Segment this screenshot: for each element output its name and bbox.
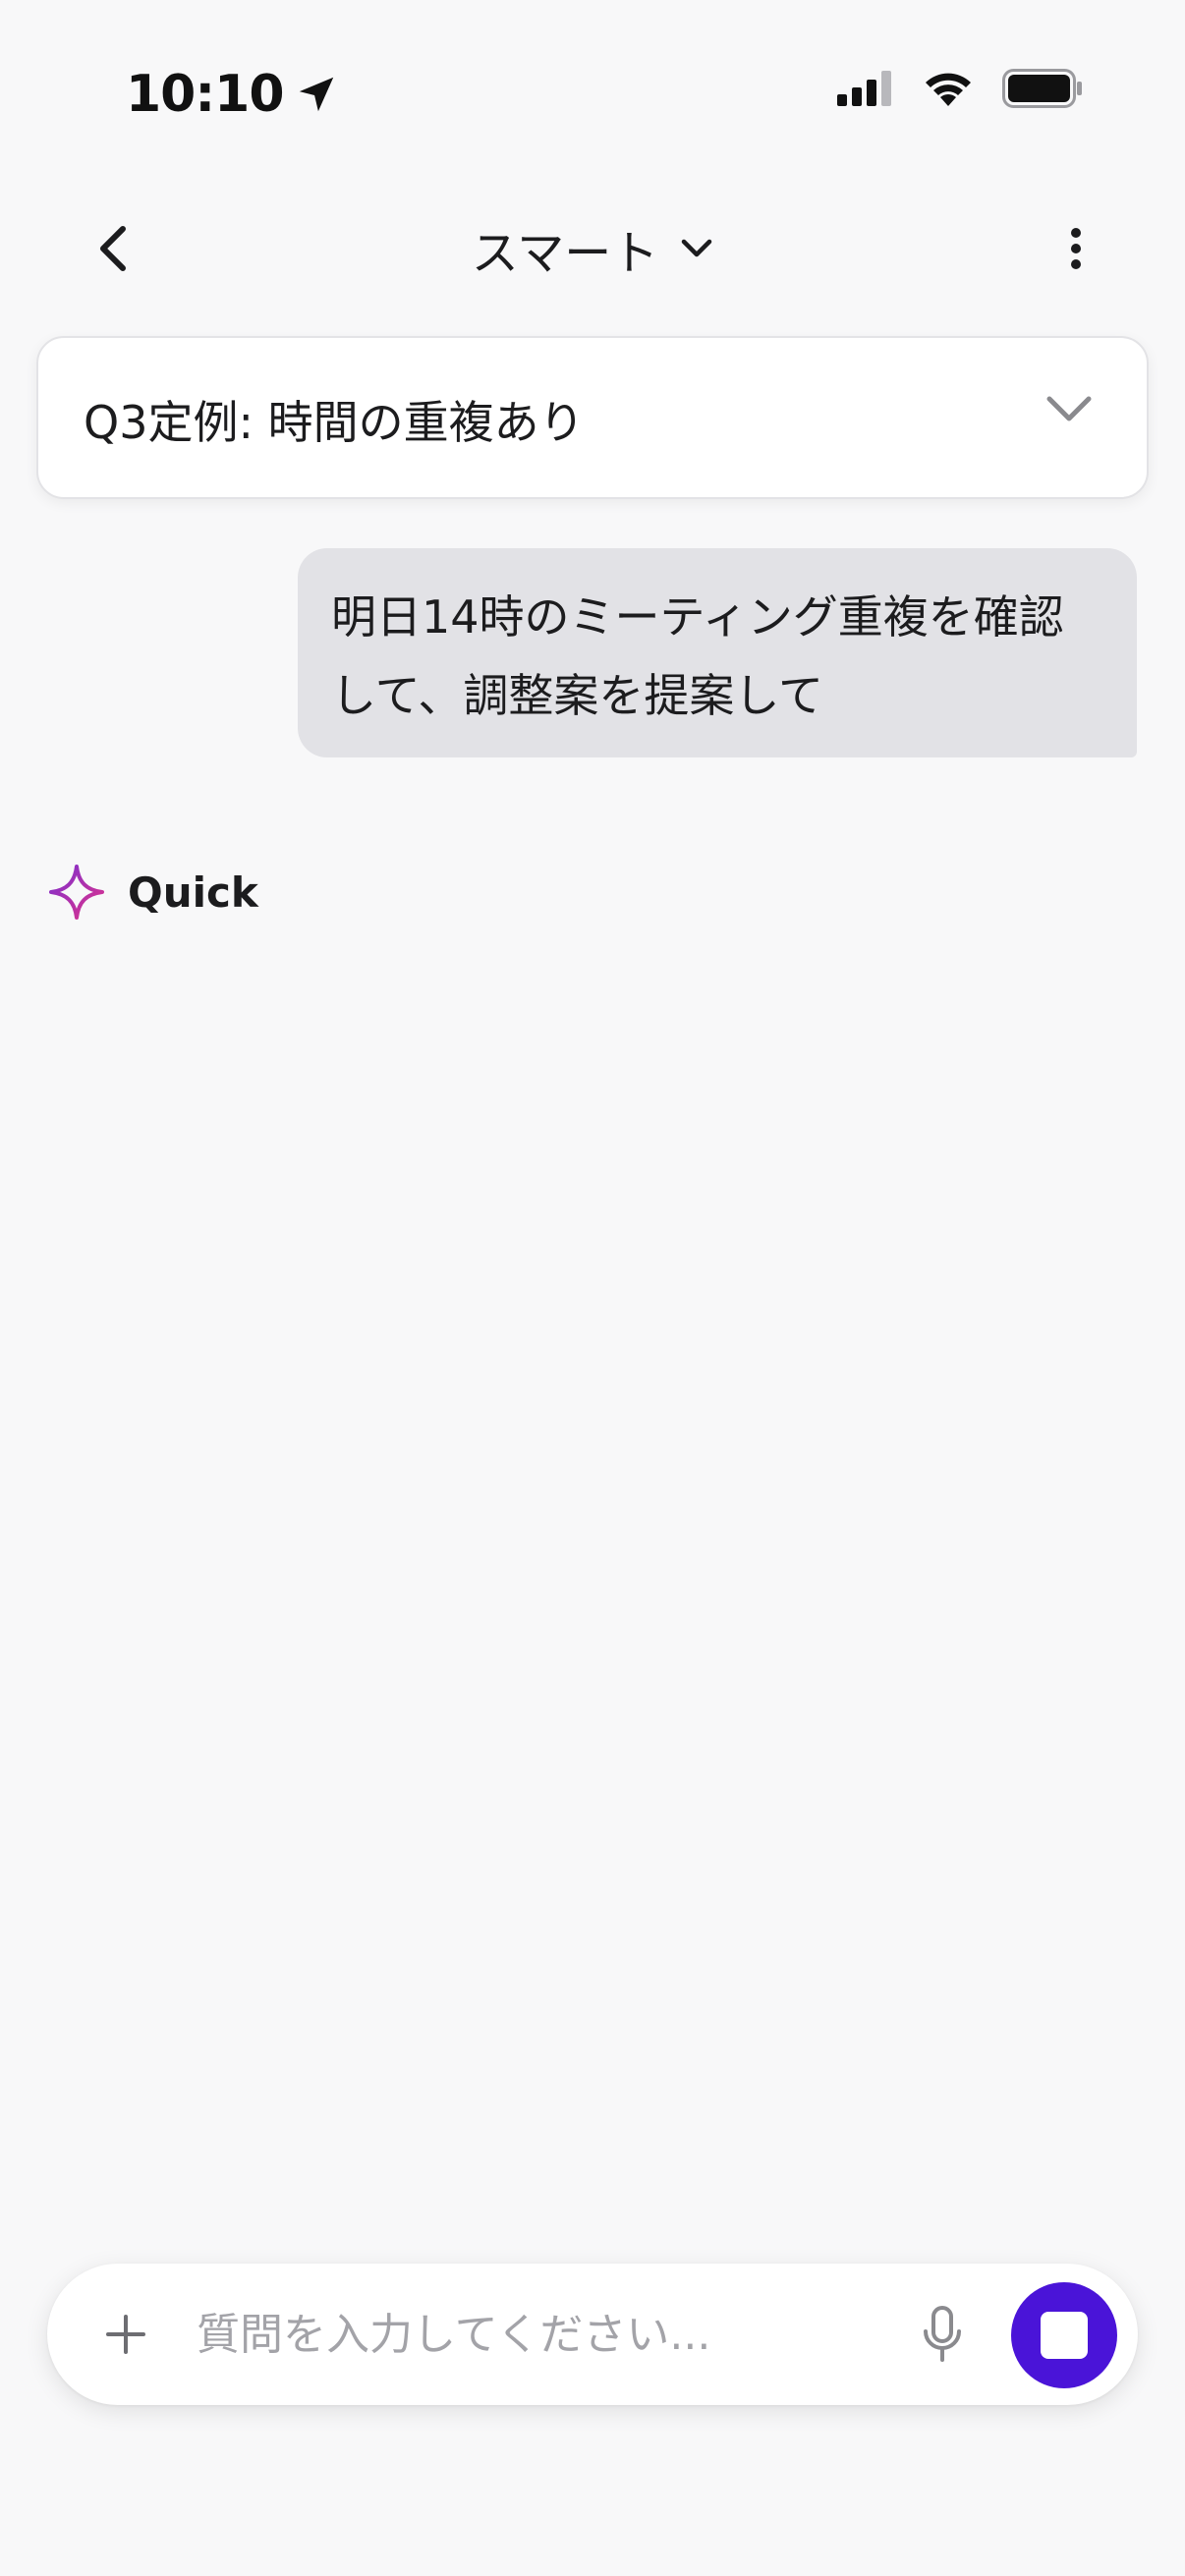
- sparkle-icon: [49, 865, 104, 920]
- more-vertical-icon: [1071, 228, 1081, 269]
- status-icons: [837, 69, 1083, 108]
- wifi-icon: [926, 73, 971, 106]
- nav-bar: スマート: [0, 196, 1185, 299]
- status-time: 10:10: [126, 65, 339, 124]
- more-options-button[interactable]: [1042, 214, 1110, 283]
- nav-title: スマート: [471, 226, 659, 281]
- chat-screen: 10:10 スマート Q3定例: 時間の重複あり 明日14時のミーティング重複を…: [0, 0, 1185, 2576]
- status-bar: 10:10: [0, 0, 1185, 147]
- message-input-bar: [47, 2264, 1138, 2405]
- chevron-down-icon: [1046, 396, 1092, 421]
- user-message-line: して、調整案を提案して: [331, 669, 823, 722]
- user-message-bubble: 明日14時のミーティング重複を確認 して、調整案を提案して: [298, 548, 1137, 757]
- status-time-text: 10:10: [126, 65, 285, 124]
- topic-card[interactable]: Q3定例: 時間の重複あり: [36, 336, 1149, 499]
- chevron-down-icon: [682, 239, 712, 257]
- plus-icon: [106, 2315, 145, 2354]
- add-attachment-button[interactable]: [94, 2303, 157, 2366]
- stop-icon: [1041, 2312, 1088, 2359]
- microphone-icon: [924, 2306, 961, 2362]
- mode-selector[interactable]: スマート: [0, 214, 1185, 283]
- battery-icon: [1002, 69, 1082, 108]
- cellular-signal-icon: [837, 71, 891, 106]
- assistant-header: Quick: [47, 863, 258, 922]
- topic-title: Q3定例: 時間の重複あり: [84, 396, 585, 449]
- question-input[interactable]: [197, 2293, 924, 2376]
- voice-input-button[interactable]: [908, 2299, 977, 2370]
- user-message-line: 明日14時のミーティング重複を確認: [331, 590, 1064, 644]
- assistant-name: Quick: [128, 868, 258, 917]
- location-arrow-icon: [299, 77, 333, 112]
- stop-generation-button[interactable]: [1011, 2282, 1117, 2388]
